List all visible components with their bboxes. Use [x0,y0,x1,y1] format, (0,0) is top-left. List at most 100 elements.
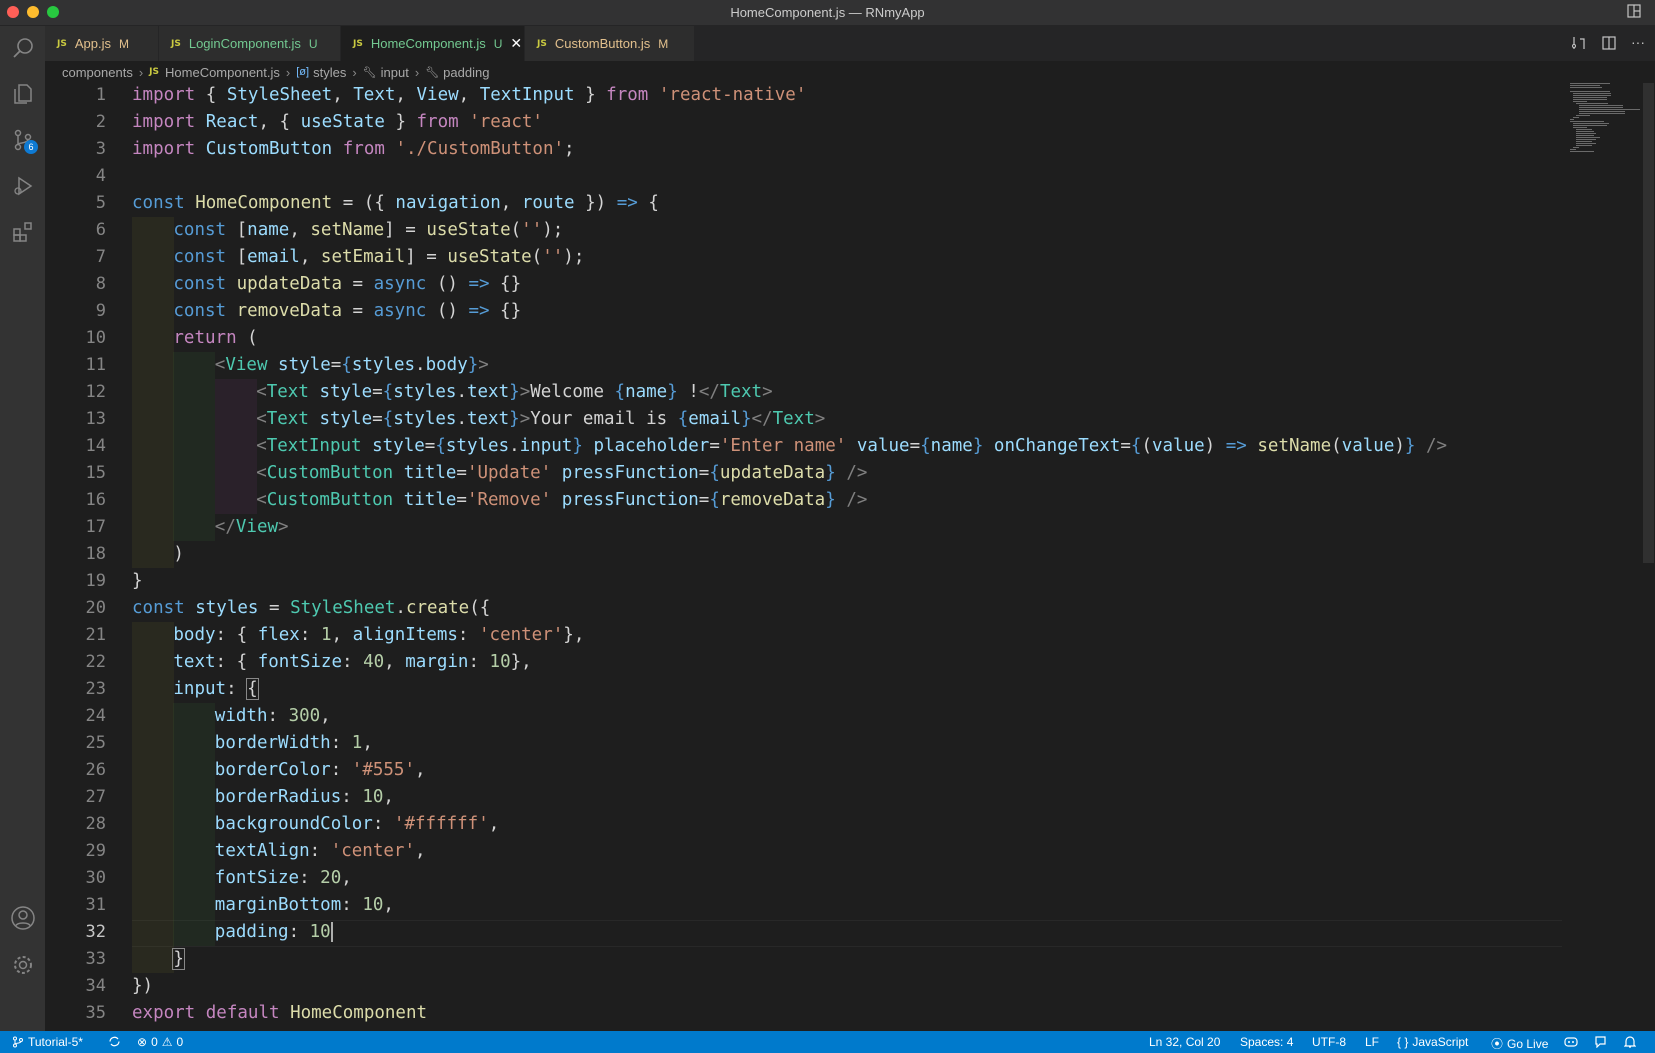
code-token: ] = [405,247,448,267]
explorer-icon[interactable] [0,72,45,116]
code-token: from [606,85,649,105]
minimap-line [1570,87,1602,88]
code-line: fontSize: 20, [215,865,352,892]
code-token: = [341,301,374,321]
extensions-icon[interactable] [0,210,45,254]
code-token: Text [772,409,815,429]
code-token: route [521,193,575,213]
settings-gear-icon[interactable] [0,943,45,987]
code-content[interactable]: import { StyleSheet, Text, View, TextInp… [132,83,1562,1031]
code-token: textAlign [214,841,310,861]
minimap-line [1576,115,1590,116]
indentation-status[interactable]: Spaces: 4 [1240,1035,1293,1049]
code-token: , [299,247,321,267]
code-token: CustomButton [266,490,394,510]
code-token: {} [489,274,522,294]
minimap-line [1576,137,1600,138]
eol-status[interactable]: LF [1365,1035,1379,1049]
code-line: borderColor: '#555', [215,757,426,784]
code-token: /> [846,463,868,483]
minimap-line [1573,125,1607,126]
line-number: 24 [85,706,106,726]
sync-icon[interactable] [108,1035,121,1048]
code-token: () [426,301,469,321]
code-token: CustomButton [266,463,394,483]
git-branch-icon [13,1036,23,1048]
code-token: = [698,490,710,510]
minimap-line [1573,117,1579,118]
code-token: updateData [719,463,826,483]
close-tab-icon[interactable]: ✕ [510,35,522,52]
encoding-status[interactable]: UTF-8 [1312,1035,1346,1049]
code-token: ) [173,544,184,564]
breadcrumb-item[interactable]: padding [443,65,489,80]
scrollbar-thumb[interactable] [1643,83,1654,563]
code-token: = [341,274,374,294]
source-control-icon[interactable]: 6 [0,118,45,162]
code-token: /> [1426,436,1448,456]
go-live-button[interactable]: ⦿ Go Live [1491,1035,1548,1052]
tab-app-js[interactable]: JS App.js M [45,26,159,61]
problems-status[interactable]: ⊗ 0 ⚠ 0 [137,1035,183,1049]
tab-login-component-js[interactable]: JS LoginComponent.js U [159,26,341,61]
cursor-position[interactable]: Ln 32, Col 20 [1149,1035,1220,1049]
breadcrumb-item[interactable]: styles [313,65,346,80]
minimap-line [1576,139,1596,140]
code-token: import [132,85,196,105]
code-editor[interactable]: 1 2 3 4 5 6 7 8 9 10 11 12 13 14 15 16 17 18 19 20 21 22 23 24 2… [45,83,1655,1031]
code-token: { [677,409,689,429]
accounts-icon[interactable] [0,896,45,940]
run-debug-icon[interactable] [0,164,45,208]
code-token: [ [226,220,248,240]
tab-custom-button-js[interactable]: JS CustomButton.js M [525,26,695,61]
code-token: { [709,463,720,483]
minimap-line [1573,127,1587,128]
feedback-icon[interactable] [1594,1035,1607,1048]
line-number: 3 [95,139,106,159]
branch-status[interactable]: Tutorial-5* [12,1035,83,1049]
code-token: borderWidth [214,733,331,753]
search-icon[interactable] [0,26,45,70]
breadcrumb-item[interactable]: components [62,65,133,80]
code-token: styles [351,355,416,375]
code-line: text: { fontSize: 40, margin: 10}, [173,649,531,676]
minimap[interactable] [1570,83,1650,163]
code-token: setEmail [320,247,406,267]
tab-home-component-js[interactable]: JS HomeComponent.js U ✕ [341,26,525,61]
minimap-line [1579,105,1623,106]
code-token: : { [215,652,258,672]
customize-layout-icon[interactable] [1627,4,1641,23]
notifications-bell-icon[interactable] [1624,1035,1636,1048]
code-token: const [173,220,227,240]
code-token: : { [215,625,258,645]
copilot-icon[interactable] [1564,1035,1578,1047]
code-token: { [341,355,352,375]
code-token: 'react' [469,112,543,132]
code-line: const HomeComponent = ({ navigation, rou… [132,190,659,217]
code-token: body [173,625,216,645]
language-mode[interactable]: { } JavaScript [1397,1035,1468,1049]
split-editor-icon[interactable] [1601,35,1617,56]
code-token: > [519,409,531,429]
more-actions-icon[interactable]: ··· [1631,35,1645,56]
open-changes-icon[interactable] [1571,35,1587,56]
code-line: } [172,946,185,973]
code-token: } [132,571,143,591]
line-number: 32 [85,922,106,942]
code-token: < [256,490,267,510]
code-token: > [814,409,826,429]
code-token: backgroundColor [214,814,373,834]
code-token: : [267,706,289,726]
breadcrumb-item[interactable]: input [381,65,409,80]
code-token: . [415,355,426,375]
minimap-line [1576,133,1596,134]
code-token: React [205,112,259,132]
breadcrumb-item[interactable]: HomeComponent.js [165,65,280,80]
code-token: }, [510,652,532,672]
